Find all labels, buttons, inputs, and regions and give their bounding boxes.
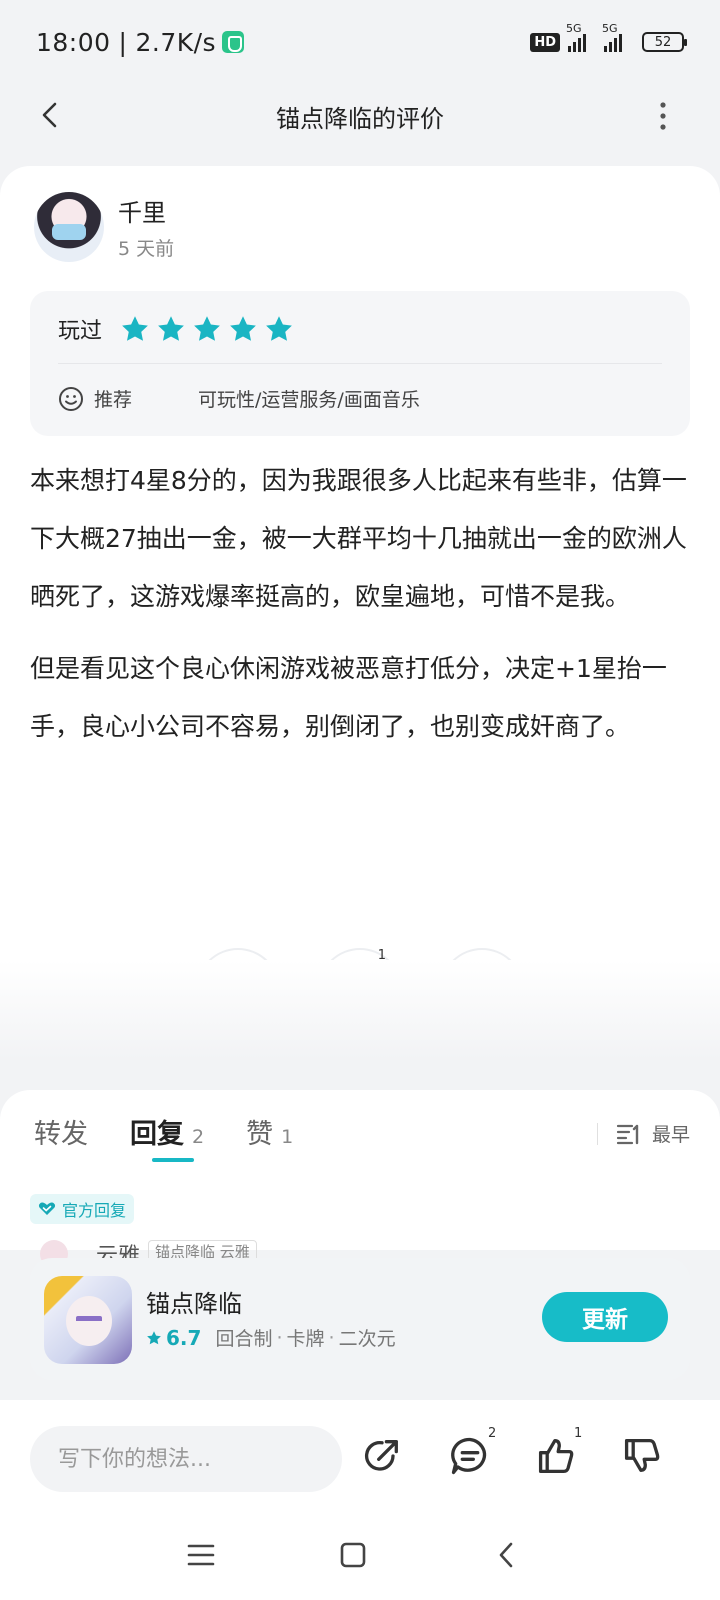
reply-author-name: 云雅 xyxy=(96,1244,141,1260)
heart-check-icon xyxy=(38,1202,56,1215)
bottom-like-count: 1 xyxy=(574,1426,583,1441)
status-time: 18:00 xyxy=(36,27,111,57)
author-name[interactable]: 千里 xyxy=(118,193,174,228)
network-speed: 2.7K/s xyxy=(135,27,217,57)
official-reply-label: 官方回复 xyxy=(62,1201,127,1220)
review-author[interactable]: 千里 5 天前 xyxy=(34,192,174,262)
system-nav-bar xyxy=(0,1510,720,1600)
reply-avatar xyxy=(40,1240,68,1260)
star-icon xyxy=(122,316,148,341)
tab-replies-label: 回复 xyxy=(130,1119,184,1150)
recommend-row: 推荐 可玩性/运营服务/画面音乐 xyxy=(58,385,420,412)
star-icon xyxy=(194,316,220,341)
signal-label-2: 5G xyxy=(602,22,618,35)
review-paragraph: 本来想打4星8分的，因为我跟很多人比起来有些非，估算一下大概27抽出一金，被一大… xyxy=(30,466,687,611)
status-bar: 18:00 | 2.7K/s HD 5G 5G 52 xyxy=(0,0,720,84)
sort-button[interactable]: 最早 xyxy=(596,1120,690,1147)
app-tag: 回合制 xyxy=(215,1328,273,1350)
review-paragraph: 但是看见这个良心休闲游戏被恶意打低分，决定+1星抬一手，良心小公司不容易，别倒闭… xyxy=(30,654,667,741)
official-reply-badge: 官方回复 xyxy=(30,1194,135,1224)
played-label: 玩过 xyxy=(58,319,103,344)
page-title: 锚点降临的评价 xyxy=(276,104,444,133)
reply-preview[interactable]: 云雅 锚点降临 云雅 xyxy=(40,1240,257,1260)
back-icon[interactable] xyxy=(36,100,66,130)
reply-section: 转发 回复 2 赞1 最早 官方回复 云雅 锚点降临 云雅 xyxy=(0,1090,720,1260)
update-button[interactable]: 更新 xyxy=(542,1292,668,1342)
tag-separator: · xyxy=(328,1326,335,1349)
app-tag: 二次元 xyxy=(338,1328,396,1350)
rating-box: 玩过 推荐 可玩性/运营服务/画面音乐 xyxy=(30,291,690,436)
comment-count: 2 xyxy=(488,1426,497,1441)
comment-input[interactable] xyxy=(30,1426,342,1492)
sort-divider xyxy=(596,1122,598,1145)
tab-likes-count: 1 xyxy=(281,1126,294,1148)
star-rating xyxy=(120,314,294,344)
status-right: HD 5G 5G 52 xyxy=(530,22,687,52)
app-info: 6.7 回合制 · 卡牌 · 二次元 xyxy=(146,1324,396,1351)
share-icon[interactable] xyxy=(360,1434,404,1478)
menu-icon[interactable] xyxy=(186,1540,216,1570)
hd-icon: HD xyxy=(530,32,560,52)
home-icon[interactable] xyxy=(338,1540,368,1570)
review-body: 本来想打4星8分的，因为我跟很多人比起来有些非，估算一下大概27抽出一金，被一大… xyxy=(30,452,690,770)
app-name: 锚点降临 xyxy=(146,1290,242,1318)
smile-icon xyxy=(59,386,83,411)
avatar[interactable] xyxy=(34,192,104,262)
thumbs-up-icon[interactable] xyxy=(534,1434,578,1478)
card-fade xyxy=(0,960,720,1060)
more-icon[interactable] xyxy=(656,100,670,132)
battery-icon: 52 xyxy=(642,32,687,52)
thumbs-down-icon[interactable] xyxy=(620,1434,664,1478)
tab-likes[interactable]: 赞1 xyxy=(246,1112,293,1151)
star-icon xyxy=(230,316,256,341)
star-icon xyxy=(147,1330,161,1344)
active-tab-indicator xyxy=(152,1158,194,1162)
app-score: 6.7 xyxy=(166,1325,202,1350)
comment-icon[interactable] xyxy=(448,1434,492,1478)
sort-label: 最早 xyxy=(651,1124,690,1146)
review-card: 千里 5 天前 玩过 推荐 可玩性/运营服务/画面音乐 本来想打4星8分的，因为… xyxy=(0,166,720,1056)
divider xyxy=(58,363,662,364)
signal-icon-2: 5G xyxy=(602,22,622,52)
app-icon[interactable] xyxy=(44,1276,132,1364)
vpn-shield-icon xyxy=(222,31,245,53)
reply-author-tag: 锚点降临 云雅 xyxy=(148,1240,257,1260)
star-icon xyxy=(158,316,184,341)
recommend-tags: 可玩性/运营服务/画面音乐 xyxy=(198,389,420,411)
reply-tabs: 转发 回复 2 赞1 xyxy=(34,1112,335,1151)
bottom-action-bar: 2 1 xyxy=(0,1400,720,1510)
signal-label: 5G xyxy=(566,22,582,35)
tab-likes-label: 赞 xyxy=(246,1119,274,1150)
signal-icon: 5G xyxy=(566,22,586,52)
tab-replies[interactable]: 回复 2 xyxy=(130,1112,204,1151)
sort-icon xyxy=(616,1124,639,1144)
page-header: 锚点降临的评价 xyxy=(0,84,720,148)
star-icon xyxy=(266,316,292,341)
status-separator: | xyxy=(118,27,128,57)
author-meta: 千里 5 天前 xyxy=(118,193,174,261)
tag-separator: · xyxy=(276,1326,283,1349)
app-card[interactable]: 锚点降临 6.7 回合制 · 卡牌 · 二次元 更新 xyxy=(30,1258,690,1380)
app-tag: 卡牌 xyxy=(286,1328,325,1350)
recommend-label: 推荐 xyxy=(94,389,133,411)
played-rating: 玩过 xyxy=(58,313,294,345)
review-time: 5 天前 xyxy=(118,238,175,260)
tab-replies-count: 2 xyxy=(192,1126,205,1148)
tab-forward[interactable]: 转发 xyxy=(34,1112,88,1151)
back-icon[interactable] xyxy=(492,1540,522,1570)
status-left: 18:00 | 2.7K/s xyxy=(36,27,245,57)
tab-forward-label: 转发 xyxy=(34,1119,88,1150)
